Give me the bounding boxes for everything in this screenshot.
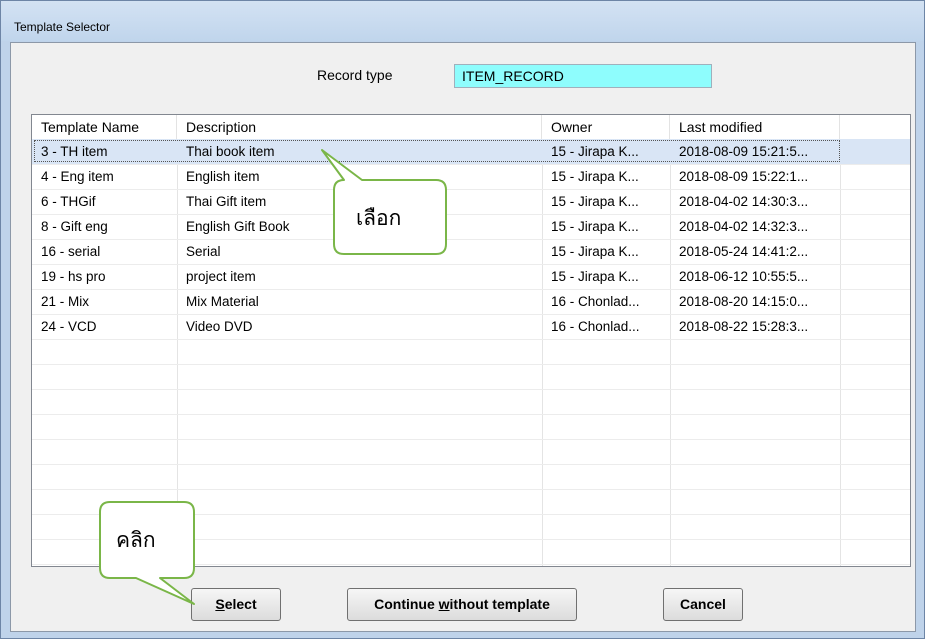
click-hint-text: คลิก: [116, 528, 156, 552]
select-hint-text: เลือก: [356, 206, 402, 230]
